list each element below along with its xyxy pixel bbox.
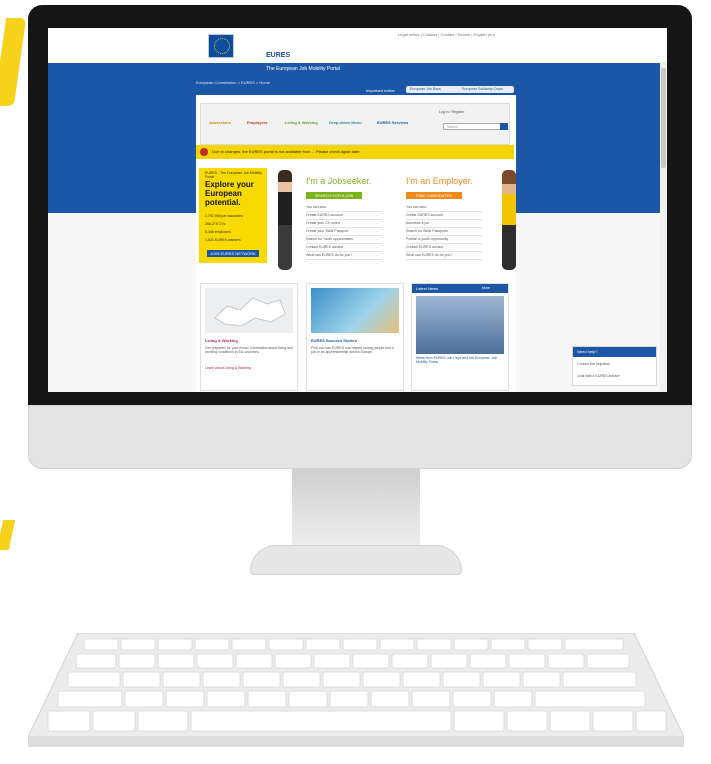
nav-item-dropdown[interactable]: Drop-down Menu	[329, 120, 362, 125]
list-item[interactable]: Contact EURES advisor	[306, 244, 382, 252]
employer-links: You can also: Create EURES account Adver…	[406, 204, 482, 260]
explore-title: Explore your European potential.	[205, 180, 254, 207]
news-more-link[interactable]: More	[482, 286, 490, 290]
top-links[interactable]: Legal notice | Cookies | Contact | Searc…	[398, 32, 495, 37]
list-item[interactable]: Create EURES account	[306, 212, 382, 220]
nav-item-employers[interactable]: Employers	[247, 120, 267, 125]
help-heading: Need help?	[573, 347, 656, 357]
card-text: Find out how EURES has helped young peop…	[311, 346, 394, 354]
list-item[interactable]: Publish a youth opportunity	[406, 236, 482, 244]
stat-employers: 5,448 employers	[205, 230, 231, 234]
list-item: You can also:	[406, 204, 482, 212]
decorative-yellow-stroke	[0, 520, 16, 550]
notice-label: Important notice	[366, 88, 395, 93]
site-header	[48, 28, 667, 62]
list-item[interactable]: Create your CV online	[306, 220, 382, 228]
toolbar-item-solidarity[interactable]: European Solidarity Corps	[462, 87, 503, 91]
stat-vacancies: 1,792,998 job vacancies	[205, 214, 243, 218]
list-item[interactable]: Create EURES account	[406, 212, 482, 220]
list-item[interactable]: Contact EURES advisor	[406, 244, 482, 252]
europe-map-image	[205, 288, 293, 333]
card-link[interactable]: Learn about Living & Working	[205, 366, 251, 370]
jobseeker-heading: I'm a Jobseeker.	[306, 176, 372, 186]
card-title: Living & Working	[205, 338, 238, 343]
map-outline	[214, 297, 286, 327]
list-item[interactable]: Advertise a job	[406, 220, 482, 228]
jobseeker-links: You can also: Create EURES account Creat…	[306, 204, 382, 260]
warning-icon	[200, 148, 208, 156]
alert-text: Due to changes, the EURES portal is not …	[212, 149, 361, 154]
help-panel: Need help? Contact the helpdesk Chat wit…	[572, 346, 657, 386]
stat-cvs: 266,275 CVs	[205, 222, 226, 226]
nav-item-services[interactable]: EURES Services	[377, 120, 408, 125]
nav-item-jobseekers[interactable]: Jobseekers	[209, 120, 231, 125]
monitor-stand-foot	[250, 545, 462, 575]
list-item[interactable]: Search for Skills Passports	[406, 228, 482, 236]
find-candidates-button[interactable]: FIND CANDIDATES	[406, 192, 462, 199]
chat-adviser-link[interactable]: Chat with a EURES adviser	[577, 374, 620, 378]
decorative-yellow-stroke	[0, 18, 27, 106]
search-input[interactable]: Search	[443, 123, 501, 130]
list-item[interactable]: Create your Skills Passport	[306, 228, 382, 236]
living-working-card[interactable]: Living & Working Get prepared for your m…	[200, 283, 298, 391]
helpdesk-link[interactable]: Contact the helpdesk	[577, 362, 610, 366]
success-story-image	[311, 288, 399, 333]
site-tagline: The European Job Mobility Portal	[266, 66, 340, 72]
stat-advisers: 1,023 EURES advisers	[205, 238, 241, 242]
employer-heading: I'm an Employer.	[406, 176, 473, 186]
list-item[interactable]: What can EURES do for you?	[406, 252, 482, 260]
join-network-button[interactable]: JOIN EURES NETWORK	[207, 250, 259, 257]
search-button[interactable]	[500, 123, 508, 130]
monitor-stand-neck	[292, 468, 420, 550]
monitor-chin	[28, 405, 692, 469]
explore-panel: EURES - The European Job Mobility Portal…	[199, 168, 267, 263]
card-title: EURES Success Stories	[311, 338, 357, 343]
nav-item-living-working[interactable]: Living & Working	[285, 120, 318, 125]
success-stories-card[interactable]: EURES Success Stories Find out how EURES…	[306, 283, 404, 391]
keyboard	[28, 633, 684, 747]
latest-news-card[interactable]: Latest News News from EURES Job Days and…	[411, 283, 509, 391]
monitor-screen: EURES Legal notice | Cookies | Contact |…	[48, 28, 667, 392]
breadcrumb[interactable]: European Commission > EURES > Home	[196, 80, 270, 85]
news-text[interactable]: News from EURES Job Days and the Europea…	[416, 356, 504, 364]
eu-flag-logo[interactable]	[208, 34, 234, 58]
news-photo	[416, 296, 504, 354]
latest-news-header: Latest News	[412, 284, 508, 293]
search-placeholder: Search	[447, 125, 459, 129]
list-item[interactable]: What can EURES do for you?	[306, 252, 382, 260]
jobseeker-photo	[278, 170, 292, 270]
employer-photo	[502, 170, 516, 270]
search-job-button[interactable]: SEARCH FOR A JOB	[306, 192, 362, 199]
login-link[interactable]: Log in / Register	[439, 110, 465, 114]
site-title[interactable]: EURES	[266, 52, 290, 59]
explore-kicker: EURES - The European Job Mobility Portal	[205, 171, 262, 179]
toolbar-item-job-days[interactable]: European Job Days	[410, 87, 441, 91]
toolbar-links[interactable]: European Job Days European Solidarity Co…	[406, 86, 514, 93]
list-item: You can also:	[306, 204, 382, 212]
list-item[interactable]: Search for Youth opportunities	[306, 236, 382, 244]
card-text: Get prepared for your move! Information …	[205, 346, 293, 354]
scrollbar-thumb[interactable]	[661, 68, 666, 168]
